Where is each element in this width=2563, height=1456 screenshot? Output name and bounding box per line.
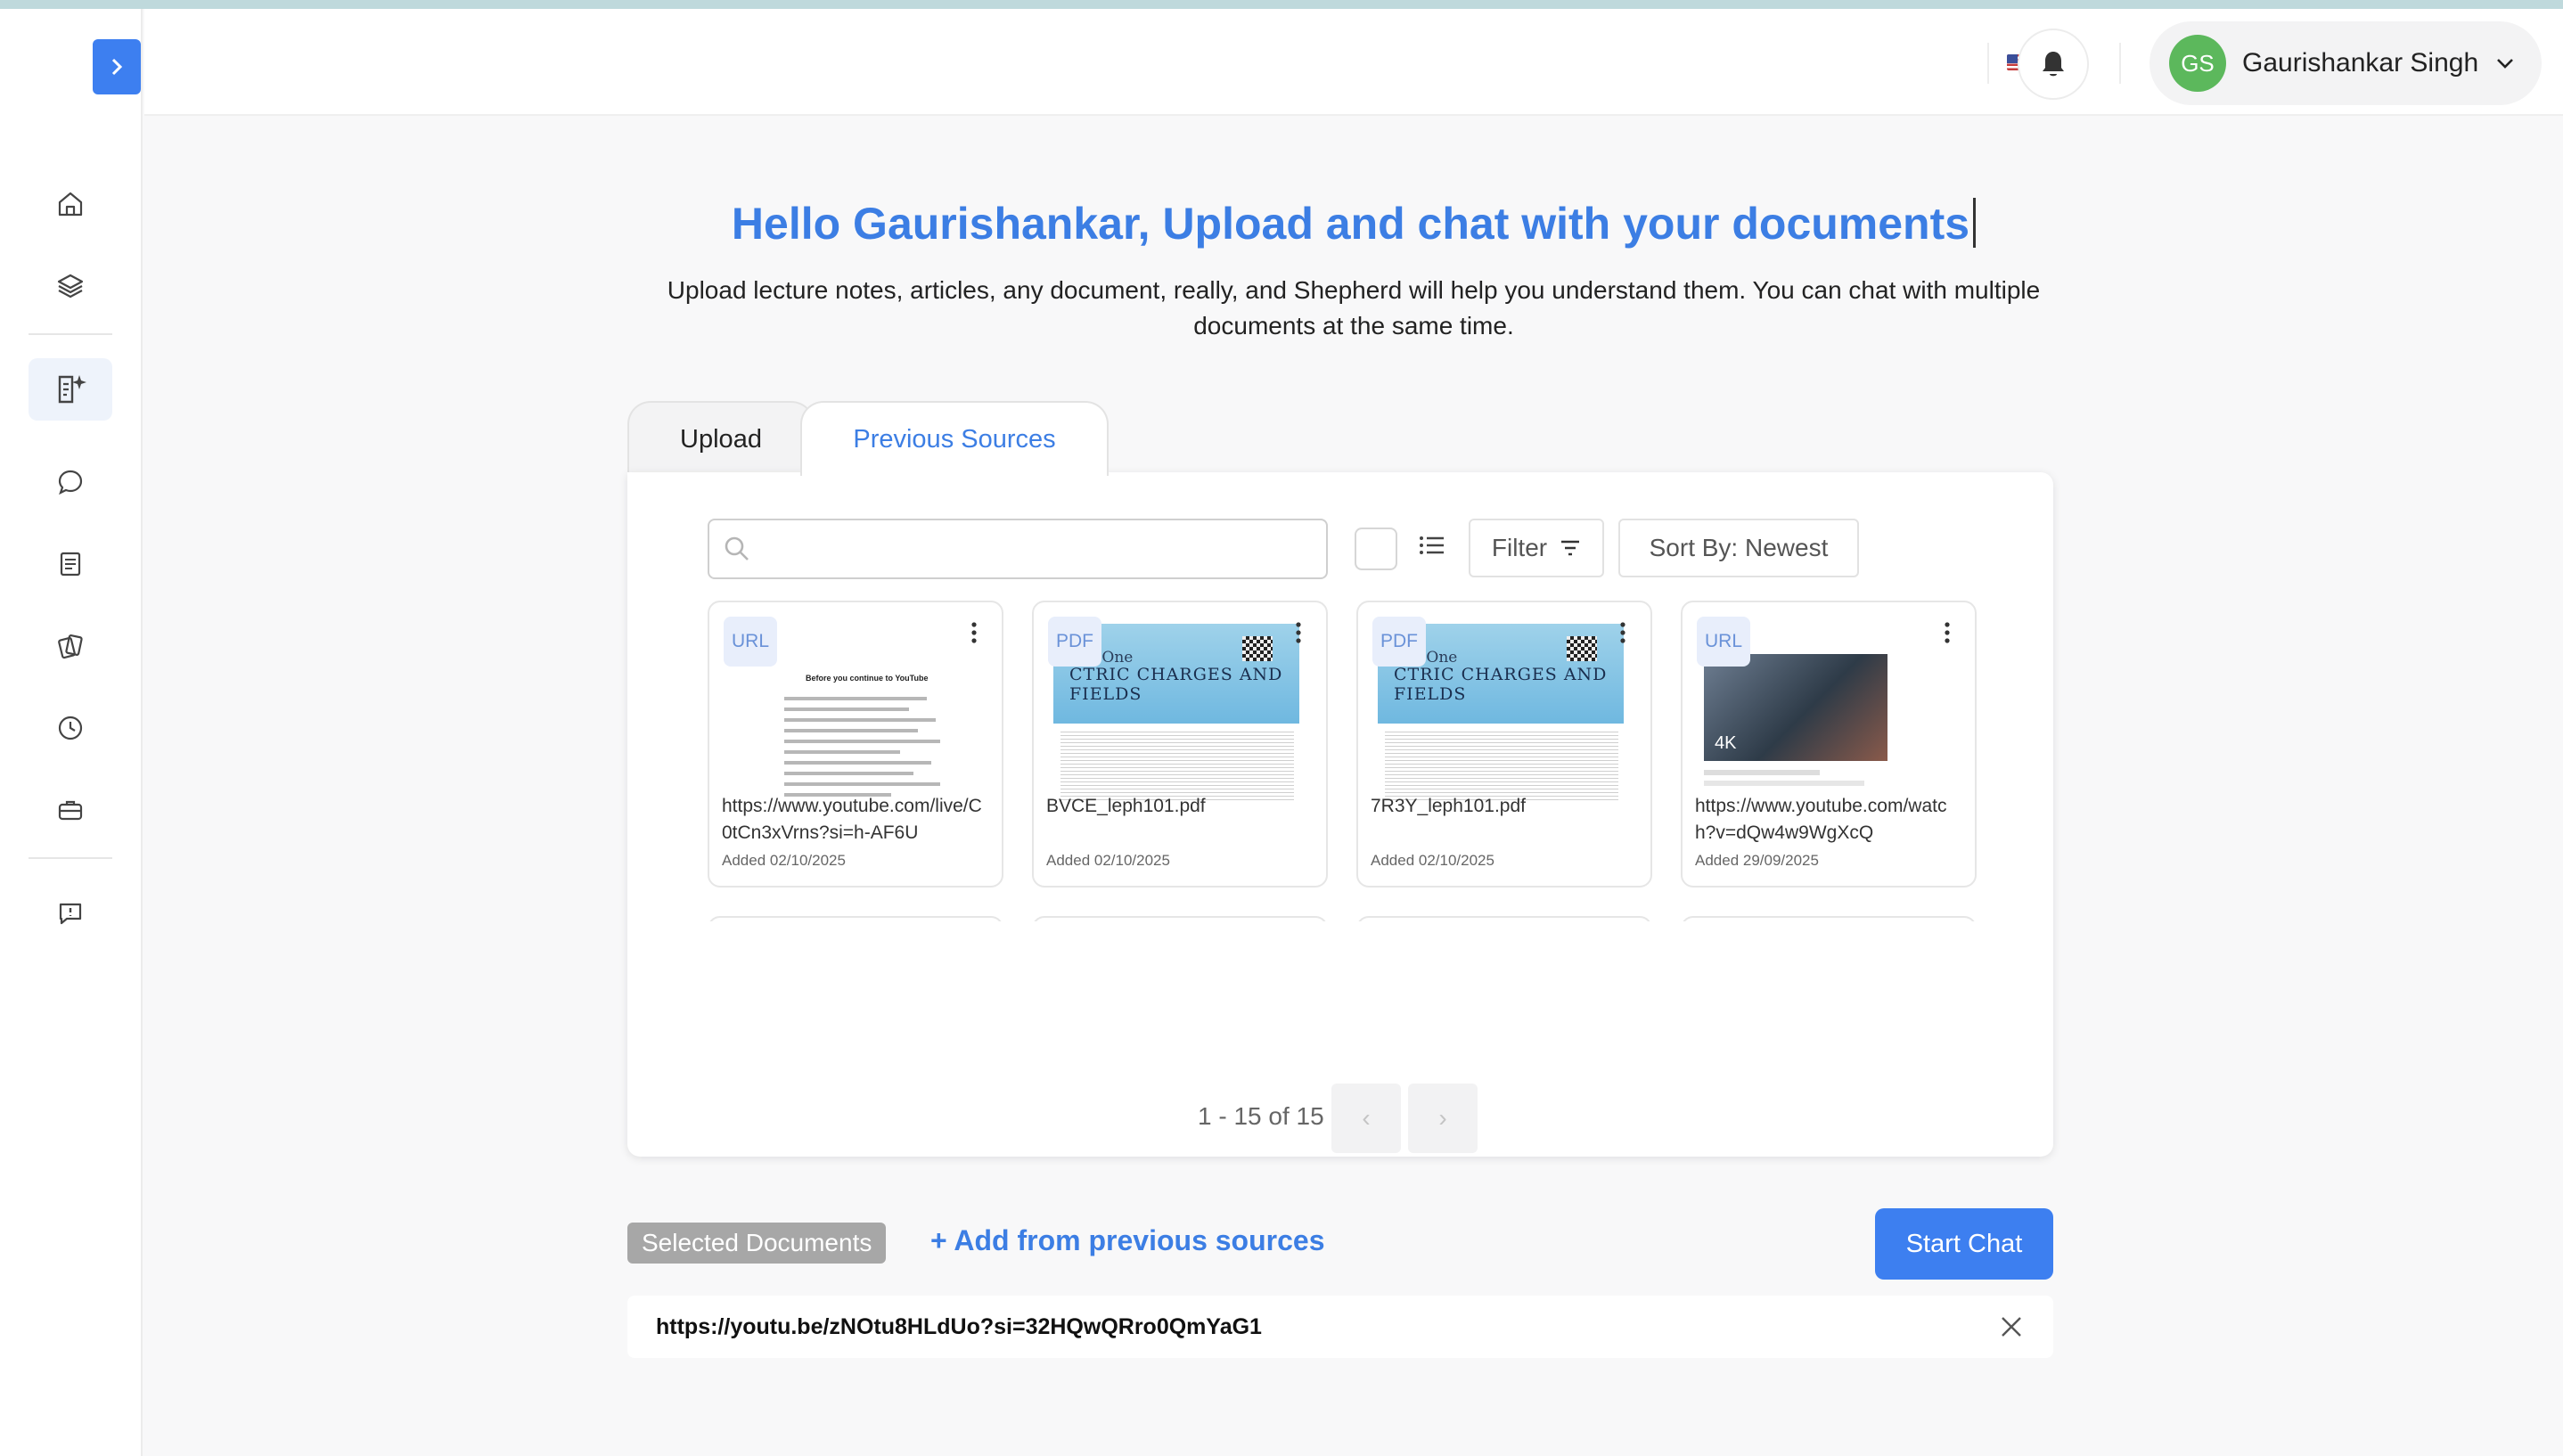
prev-page-button[interactable]: ‹ bbox=[1331, 1084, 1401, 1153]
search-box[interactable] bbox=[708, 519, 1328, 579]
pdf-banner-heading: CTRIC CHARGES AND FIELDS bbox=[1394, 665, 1608, 704]
window-top-edge bbox=[0, 0, 2563, 9]
pagination-summary: 1 - 15 of 15 bbox=[1198, 1102, 1324, 1130]
selected-document-url: https://youtu.be/zNOtu8HLdUo?si=32HQwQRr… bbox=[656, 1313, 1262, 1339]
sidebar-item-chat[interactable] bbox=[29, 451, 112, 513]
briefcase-icon bbox=[58, 800, 83, 821]
card-date: Added 02/10/2025 bbox=[1046, 852, 1170, 869]
page-title: Hello Gaurishankar, Upload and chat with… bbox=[144, 198, 2563, 249]
previous-sources-panel: Filter Sort By: Newest Before you contin… bbox=[627, 472, 2053, 1157]
search-icon bbox=[725, 536, 749, 560]
source-card[interactable]: MP4 bbox=[1032, 916, 1328, 921]
sort-dropdown[interactable]: Sort By: Newest bbox=[1618, 519, 1859, 577]
sidebar-item-history[interactable] bbox=[29, 697, 112, 759]
sidebar-item-home[interactable] bbox=[29, 173, 112, 235]
top-header: EN GS Gaurishankar Singh bbox=[144, 9, 2563, 116]
sidebar-item-feedback[interactable] bbox=[29, 882, 112, 945]
more-options-icon[interactable] bbox=[1296, 622, 1301, 643]
chevron-down-icon bbox=[2497, 59, 2514, 69]
source-card[interactable]: ter One CTRIC CHARGES AND FIELDS PDF 7R3… bbox=[1356, 601, 1652, 888]
selected-documents-label: Selected Documents bbox=[627, 1223, 887, 1264]
card-date: Added 29/09/2025 bbox=[1695, 852, 1819, 869]
feedback-icon bbox=[59, 903, 82, 925]
bell-icon bbox=[2043, 52, 2064, 77]
video-thumbnail: 4K bbox=[1704, 654, 1887, 761]
notes-icon bbox=[60, 552, 81, 577]
source-card[interactable]: Before you continue to YouTube URL bbox=[708, 916, 1003, 921]
search-input[interactable] bbox=[761, 535, 1296, 563]
user-name: Gaurishankar Singh bbox=[2242, 48, 2479, 78]
chevron-right-icon bbox=[111, 58, 123, 76]
thumb-heading: Before you continue to YouTube bbox=[806, 674, 929, 683]
text-caret bbox=[1973, 198, 1977, 248]
sidebar-item-layers[interactable] bbox=[29, 255, 112, 317]
source-card[interactable]: Before you continue to YouTube URL https… bbox=[708, 601, 1003, 888]
sidebar-divider bbox=[29, 333, 112, 335]
tab-upload[interactable]: Upload bbox=[627, 401, 815, 476]
pdf-text-lines bbox=[1060, 729, 1294, 800]
card-date: Added 02/10/2025 bbox=[722, 852, 846, 869]
sidebar-divider bbox=[29, 857, 112, 859]
type-badge: URL bbox=[1697, 617, 1750, 667]
more-options-icon[interactable] bbox=[1620, 622, 1625, 643]
card-title: 7R3Y_leph101.pdf bbox=[1371, 796, 1526, 816]
card-title: BVCE_leph101.pdf bbox=[1046, 796, 1206, 816]
card-title: https://www.youtube.com/live/C0tCn3xVrns… bbox=[722, 796, 982, 843]
card-title: https://www.youtube.com/watch?v=dQw4w9Wg… bbox=[1695, 796, 1947, 843]
type-badge: PDF bbox=[1372, 617, 1426, 667]
filter-label: Filter bbox=[1491, 534, 1548, 561]
header-divider bbox=[2119, 43, 2121, 84]
clock-icon bbox=[58, 716, 83, 740]
qr-code-icon bbox=[1242, 636, 1273, 661]
avatar: GS bbox=[2169, 35, 2226, 92]
source-card[interactable]: 4K URL https://www.youtube.com/watch?v=d… bbox=[1681, 601, 1977, 888]
sidebar-item-notes[interactable] bbox=[29, 533, 112, 595]
list-view-icon[interactable] bbox=[1419, 535, 1445, 556]
cards-icon bbox=[58, 634, 83, 659]
pdf-text-lines bbox=[1385, 729, 1618, 800]
add-from-previous-sources-link[interactable]: + Add from previous sources bbox=[930, 1224, 1324, 1257]
sidebar-item-toolbox[interactable] bbox=[29, 779, 112, 841]
sidebar-item-documents-chat[interactable] bbox=[29, 358, 112, 421]
page-subtitle: Upload lecture notes, articles, any docu… bbox=[667, 276, 2041, 339]
selected-document-item: https://youtu.be/zNOtu8HLdUo?si=32HQwQRr… bbox=[627, 1296, 2053, 1358]
source-card[interactable]: Before you continue to YouTube URL bbox=[1356, 916, 1652, 921]
type-badge: URL bbox=[724, 617, 777, 667]
card-date: Added 02/10/2025 bbox=[1371, 852, 1494, 869]
pdf-banner-heading: CTRIC CHARGES AND FIELDS bbox=[1069, 665, 1283, 704]
source-card[interactable]: ter One CTRIC CHARGES AND FIELDS PDF BVC… bbox=[1032, 601, 1328, 888]
source-card[interactable]: Before you continue to YouTube URL bbox=[1681, 916, 1977, 921]
sidebar bbox=[0, 9, 143, 1456]
next-page-button[interactable]: › bbox=[1408, 1084, 1478, 1153]
notifications-button[interactable] bbox=[2018, 29, 2089, 100]
more-options-icon[interactable] bbox=[1945, 622, 1950, 643]
qr-code-icon bbox=[1567, 636, 1597, 661]
page-title-text: Hello Gaurishankar, Upload and chat with… bbox=[731, 199, 1970, 249]
user-menu[interactable]: GS Gaurishankar Singh bbox=[2149, 21, 2542, 105]
type-badge: PDF bbox=[1048, 617, 1101, 667]
tab-previous-sources[interactable]: Previous Sources bbox=[800, 401, 1109, 476]
sidebar-expand-button[interactable] bbox=[93, 39, 141, 94]
sidebar-item-flashcards[interactable] bbox=[29, 615, 112, 677]
home-icon bbox=[58, 192, 83, 217]
video-quality-label: 4K bbox=[1715, 733, 1737, 753]
filter-button[interactable]: Filter bbox=[1469, 519, 1604, 577]
start-chat-button[interactable]: Start Chat bbox=[1875, 1208, 2053, 1280]
filter-icon bbox=[1561, 540, 1580, 556]
sources-grid: Before you continue to YouTube URL https… bbox=[708, 601, 1991, 921]
youtube-consent-thumbnail: Before you continue to YouTube bbox=[749, 627, 989, 804]
chat-bubble-icon bbox=[58, 470, 83, 495]
layers-icon bbox=[57, 274, 84, 299]
header-divider bbox=[1987, 43, 1989, 84]
more-options-icon[interactable] bbox=[971, 622, 977, 643]
document-sparkle-icon bbox=[58, 375, 86, 404]
close-icon[interactable] bbox=[2000, 1315, 2023, 1338]
select-all-checkbox[interactable] bbox=[1355, 528, 1397, 570]
